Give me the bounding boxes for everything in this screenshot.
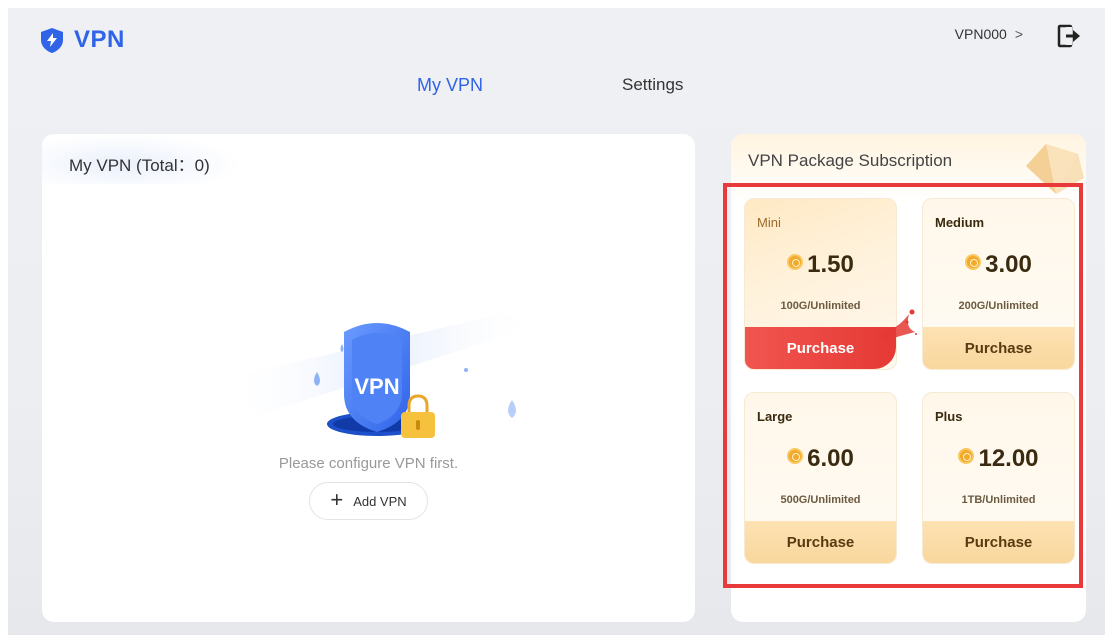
subscription-title: VPN Package Subscription — [748, 151, 953, 170]
logo-text: VPN — [74, 26, 125, 53]
splash-decoration-icon — [881, 309, 917, 342]
price-value: 6.00 — [807, 445, 854, 472]
add-vpn-button[interactable]: + Add VPN — [309, 482, 428, 520]
package-data-limit: 1TB/Unlimited — [961, 494, 1036, 506]
package-price: 1.50 — [745, 251, 896, 279]
purchase-button-large[interactable]: Purchase — [745, 521, 896, 563]
package-price: 3.00 — [923, 251, 1074, 279]
gem-decoration-icon — [1026, 144, 1084, 194]
coin-icon — [787, 448, 804, 464]
package-card-plus[interactable]: Plus 12.00 1TB/Unlimited Purchase — [922, 392, 1075, 564]
package-card-medium[interactable]: Medium 3.00 200G/Unlimited Purchase — [922, 198, 1075, 370]
subscription-panel: VPN Package Subscription Mini 1.50 100G/… — [731, 134, 1086, 622]
package-data-limit: 200G/Unlimited — [958, 300, 1039, 312]
app-logo: VPN — [38, 26, 125, 54]
package-name: Mini — [757, 215, 781, 230]
purchase-button-plus[interactable]: Purchase — [923, 521, 1074, 563]
shield-bolt-icon — [41, 28, 63, 53]
user-menu[interactable]: VPN000 > — [955, 26, 1023, 42]
package-name: Large — [757, 409, 793, 424]
username: VPN000 — [954, 26, 1007, 42]
app-screen: VPN VPN000 > My VPN Settings My VPN (Tot… — [8, 8, 1105, 635]
add-vpn-label: Add VPN — [353, 493, 407, 509]
empty-state-message: Please configure VPN first. — [278, 455, 459, 472]
package-price: 6.00 — [745, 445, 896, 473]
package-card-large[interactable]: Large 6.00 500G/Unlimited Purchase — [744, 392, 897, 564]
my-vpn-title: My VPN (Total：0) — [69, 156, 210, 175]
coin-icon — [958, 448, 975, 464]
tab-my-vpn[interactable]: My VPN — [417, 75, 483, 96]
coin-icon — [787, 254, 804, 270]
vpn-shield-illustration: VPN — [222, 314, 542, 438]
plus-icon: + — [330, 486, 344, 512]
purchase-button-medium[interactable]: Purchase — [923, 327, 1074, 369]
package-price: 12.00 — [923, 445, 1074, 473]
coin-icon — [965, 254, 982, 270]
purchase-button-mini[interactable]: Purchase — [745, 327, 896, 369]
price-value: 12.00 — [978, 445, 1039, 472]
illustration-vpn-label: VPN — [354, 374, 399, 399]
package-name: Plus — [935, 409, 963, 424]
my-vpn-panel: My VPN (Total：0) VPN Please configure VP… — [42, 134, 695, 622]
chevron-right-icon: > — [1014, 26, 1023, 42]
tab-settings[interactable]: Settings — [622, 75, 683, 95]
package-card-mini[interactable]: Mini 1.50 100G/Unlimited Purchase — [744, 198, 897, 370]
package-data-limit: 100G/Unlimited — [780, 300, 861, 312]
price-value: 3.00 — [985, 251, 1032, 278]
package-name: Medium — [935, 215, 985, 230]
package-data-limit: 500G/Unlimited — [780, 494, 861, 506]
price-value: 1.50 — [807, 251, 854, 278]
logout-icon[interactable] — [1057, 24, 1083, 48]
